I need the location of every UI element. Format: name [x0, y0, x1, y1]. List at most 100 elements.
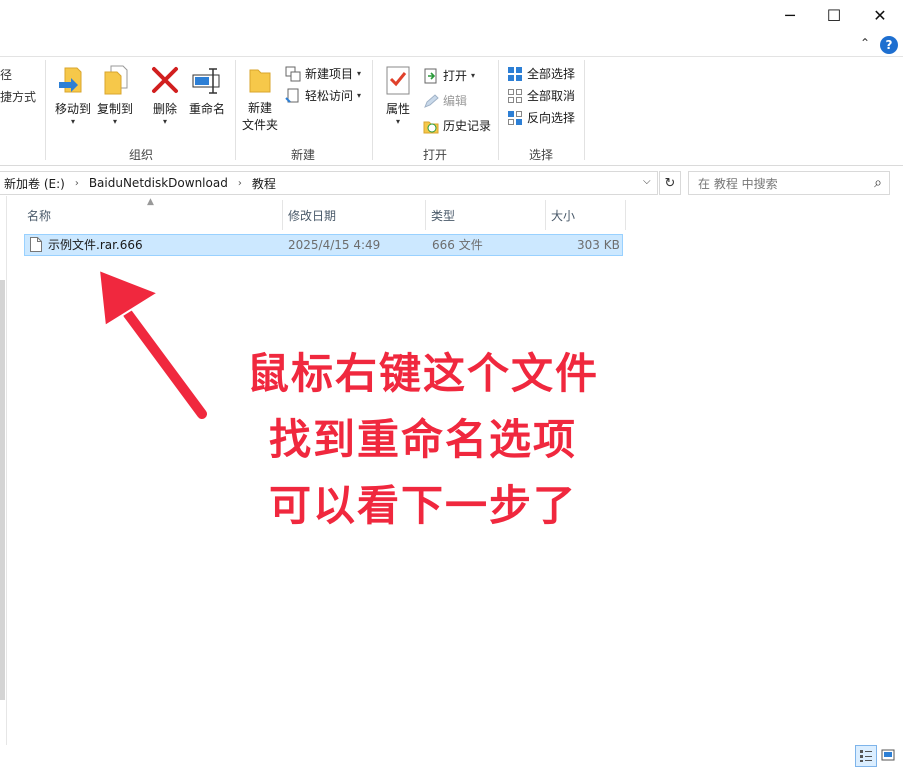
breadcrumb-current[interactable]: 教程 [248, 175, 280, 192]
invert-selection-button[interactable]: 反向选择 [507, 109, 575, 126]
search-input[interactable]: 在 教程 中搜索 [689, 175, 874, 192]
select-none-button[interactable]: 全部取消 [507, 87, 575, 104]
minimize-icon: ─ [785, 5, 795, 25]
annotation-line-2: 找到重命名选项 [268, 415, 577, 464]
minimize-button[interactable]: ─ [767, 0, 813, 30]
chevron-up-icon: ⌃ [860, 36, 871, 50]
open-label: 打开 [443, 69, 468, 83]
edit-icon [423, 93, 439, 109]
file-modified: 2025/4/15 4:49 [288, 238, 381, 252]
copy-to-icon [99, 64, 131, 96]
search-icon: ⌕ [874, 175, 882, 191]
new-folder-label: 新建 文件夹 [241, 101, 278, 132]
sort-ascending-icon: ▲ [147, 197, 154, 207]
help-icon: ? [885, 38, 893, 52]
large-icons-view-button[interactable] [878, 745, 898, 765]
ribbon-separator [498, 60, 499, 160]
select-all-icon [507, 66, 523, 82]
ribbon-separator [584, 60, 585, 160]
table-row[interactable]: 示例文件.rar.666 2025/4/15 4:49 666 文件 303 K… [24, 234, 623, 256]
new-item-label: 新建项目 [305, 67, 354, 81]
open-group-label: 打开 [423, 148, 448, 162]
address-history-dropdown[interactable]: ⌵ [643, 176, 651, 187]
refresh-icon: ↻ [664, 175, 676, 191]
collapse-ribbon-button[interactable]: ⌃ [860, 36, 870, 50]
properties-button[interactable]: 属性 ▾ [381, 64, 415, 126]
maximize-button[interactable]: ☐ [811, 0, 857, 30]
easy-access-label: 轻松访问 [305, 89, 354, 103]
file-type: 666 文件 [432, 238, 483, 252]
column-separator[interactable] [545, 200, 546, 230]
select-all-label: 全部选择 [527, 67, 576, 81]
column-separator[interactable] [282, 200, 283, 230]
easy-access-button[interactable]: 轻松访问 ▾ [285, 87, 361, 104]
open-icon [423, 68, 439, 84]
properties-label: 属性 [385, 102, 410, 116]
column-header-name[interactable]: 名称 [27, 200, 51, 230]
ribbon-partial-item-1[interactable]: 径 [0, 66, 12, 83]
properties-icon [382, 64, 414, 96]
refresh-button[interactable]: ↻ [659, 171, 681, 195]
new-group-label: 新建 [291, 148, 316, 162]
chevron-down-icon: ▾ [70, 117, 75, 126]
close-button[interactable]: ✕ [857, 0, 903, 30]
edit-button[interactable]: 编辑 [423, 92, 467, 109]
open-button[interactable]: 打开 ▾ [423, 67, 475, 84]
history-label: 历史记录 [443, 119, 492, 133]
new-item-button[interactable]: 新建项目 ▾ [285, 65, 361, 82]
large-icons-view-icon [881, 749, 895, 761]
details-view-icon [860, 750, 872, 762]
annotation-line-3: 可以看下一步了 [268, 481, 577, 530]
select-none-icon [507, 88, 523, 104]
column-header-size[interactable]: 大小 [551, 200, 575, 230]
chevron-down-icon: ▾ [357, 69, 362, 78]
invert-selection-icon [507, 110, 523, 126]
edit-label: 编辑 [443, 94, 468, 108]
move-to-button[interactable]: 移动到 ▾ [54, 64, 92, 126]
invert-selection-label: 反向选择 [527, 111, 576, 125]
chevron-down-icon: ▾ [471, 71, 476, 80]
ribbon-partial-item-2[interactable]: 捷方式 [0, 88, 36, 105]
file-name: 示例文件.rar.666 [48, 238, 143, 252]
move-to-icon [57, 64, 89, 96]
new-folder-button[interactable]: 新建 文件夹 [241, 64, 279, 134]
chevron-right-icon[interactable]: › [232, 178, 248, 189]
search-box[interactable]: 在 教程 中搜索 ⌕ [688, 171, 890, 195]
chevron-down-icon: ▾ [357, 91, 362, 100]
chevron-right-icon[interactable]: › [69, 178, 85, 189]
ribbon-separator [45, 60, 46, 160]
chevron-down-icon: ▾ [395, 117, 400, 126]
ribbon-separator [372, 60, 373, 160]
annotation-line-1: 鼠标右键这个文件 [246, 349, 599, 398]
close-icon: ✕ [873, 5, 887, 25]
delete-button[interactable]: 删除 ▾ [148, 64, 182, 126]
copy-to-label: 复制到 [96, 102, 133, 116]
new-folder-icon [244, 64, 276, 96]
file-size: 303 KB [577, 238, 620, 252]
column-header-modified[interactable]: 修改日期 [288, 200, 336, 230]
ribbon-separator [235, 60, 236, 160]
details-view-button[interactable] [855, 745, 877, 767]
chevron-down-icon: ▾ [162, 117, 167, 126]
copy-to-button[interactable]: 复制到 ▾ [96, 64, 134, 126]
help-button[interactable]: ? [880, 36, 898, 54]
navigation-scrollbar[interactable] [0, 280, 5, 700]
column-separator[interactable] [625, 200, 626, 230]
rename-button[interactable]: 重命名 [188, 64, 226, 117]
select-group-label: 选择 [529, 148, 554, 162]
move-to-label: 移动到 [54, 102, 91, 116]
easy-access-icon [285, 88, 301, 104]
select-none-label: 全部取消 [527, 89, 576, 103]
breadcrumb-drive[interactable]: 新加卷 (E:) [0, 175, 69, 192]
organize-group-label: 组织 [129, 148, 154, 162]
select-all-button[interactable]: 全部选择 [507, 65, 575, 82]
address-bar[interactable]: 新加卷 (E:) › BaiduNetdiskDownload › 教程 [0, 171, 658, 195]
breadcrumb-folder[interactable]: BaiduNetdiskDownload [85, 176, 232, 190]
history-icon [423, 118, 439, 134]
column-separator[interactable] [425, 200, 426, 230]
history-button[interactable]: 历史记录 [423, 117, 491, 134]
chevron-down-icon: ⌵ [643, 176, 651, 187]
delete-icon [149, 64, 181, 96]
column-header-type[interactable]: 类型 [431, 200, 455, 230]
file-icon [30, 237, 42, 255]
